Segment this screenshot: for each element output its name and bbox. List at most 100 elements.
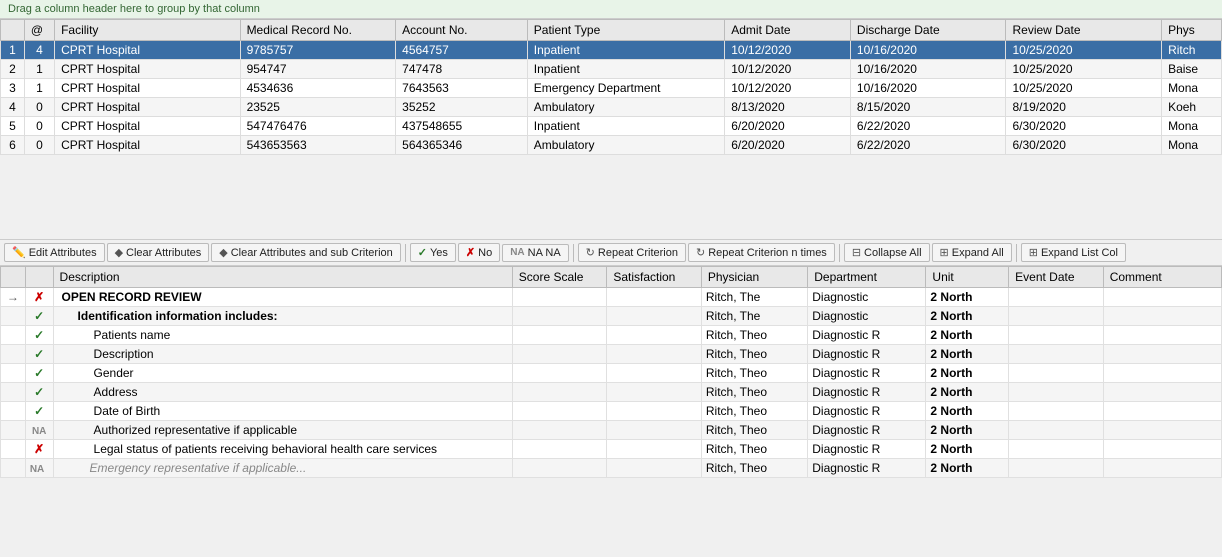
department-cell: Diagnostic R [808, 402, 926, 421]
upper-grid-row[interactable]: 4 0 CPRT Hospital 23525 35252 Ambulatory… [1, 98, 1222, 117]
na-button[interactable]: NA NA NA [502, 244, 568, 262]
lower-grid-row[interactable]: NA Authorized representative if applicab… [1, 421, 1222, 440]
lower-grid-row[interactable]: → ✗ OPEN RECORD REVIEW Ritch, The Diagno… [1, 288, 1222, 307]
upper-grid-row[interactable]: 2 1 CPRT Hospital 954747 747478 Inpatien… [1, 60, 1222, 79]
department-cell: Diagnostic [808, 307, 926, 326]
expand-icon: ⊞ [940, 246, 949, 259]
upper-grid-row[interactable]: 1 4 CPRT Hospital 9785757 4564757 Inpati… [1, 41, 1222, 60]
at-value: 4 [24, 41, 54, 60]
unit-cell: 2 North [926, 307, 1009, 326]
review-cell: 6/30/2020 [1006, 117, 1162, 136]
no-button[interactable]: ✗ No [458, 243, 500, 262]
col-type: Patient Type [527, 20, 724, 41]
edit-attr-icon: ✏️ [12, 246, 26, 259]
unit-cell: 2 North [926, 402, 1009, 421]
event-date-cell [1009, 402, 1104, 421]
check-icon: ✓ [34, 328, 44, 342]
expand-list-col-button[interactable]: ⊞ Expand List Col [1021, 243, 1126, 262]
unit-cell: 2 North [926, 364, 1009, 383]
department-cell: Diagnostic R [808, 421, 926, 440]
lower-grid-row[interactable]: ✓ Patients name Ritch, Theo Diagnostic R… [1, 326, 1222, 345]
score-cell [512, 288, 607, 307]
unit-cell: 2 North [926, 459, 1009, 478]
yes-icon: ✓ [418, 246, 427, 259]
physician-cell: Ritch, The [701, 288, 807, 307]
lower-grid-row[interactable]: ✓ Date of Birth Ritch, Theo Diagnostic R… [1, 402, 1222, 421]
facility-cell: CPRT Hospital [55, 136, 241, 155]
upper-grid-row[interactable]: 3 1 CPRT Hospital 4534636 7643563 Emerge… [1, 79, 1222, 98]
row-number: 1 [1, 41, 25, 60]
collapse-icon: ⊟ [852, 246, 861, 259]
discharge-cell: 6/22/2020 [850, 136, 1006, 155]
col-phys: Phys [1162, 20, 1222, 41]
sep4 [1016, 244, 1017, 262]
lower-grid-row[interactable]: NA Emergency representative if applicabl… [1, 459, 1222, 478]
toolbar: ✏️ Edit Attributes ◆ Clear Attributes ◆ … [0, 239, 1222, 266]
clear-attributes-sub-button[interactable]: ◆ Clear Attributes and sub Criterion [211, 243, 401, 262]
upper-grid-row[interactable]: 6 0 CPRT Hospital 543653563 564365346 Am… [1, 136, 1222, 155]
unit-cell: 2 North [926, 383, 1009, 402]
repeat-icon: ↻ [586, 246, 595, 259]
review-cell: 10/25/2020 [1006, 79, 1162, 98]
type-cell: Ambulatory [527, 98, 724, 117]
score-cell [512, 383, 607, 402]
upper-grid: @ Facility Medical Record No. Account No… [0, 19, 1222, 155]
satisfaction-cell [607, 288, 702, 307]
expand-all-button[interactable]: ⊞ Expand All [932, 243, 1012, 262]
lower-grid-row[interactable]: ✗ Legal status of patients receiving beh… [1, 440, 1222, 459]
row-number: 6 [1, 136, 25, 155]
phys-cell: Koeh [1162, 98, 1222, 117]
expand-list-icon: ⊞ [1029, 246, 1038, 259]
na-icon: NA [30, 464, 44, 475]
clear-attributes-button[interactable]: ◆ Clear Attributes [107, 243, 210, 262]
repeat-criterion-button[interactable]: ↻ Repeat Criterion [578, 243, 686, 262]
clear-attr-icon: ◆ [115, 246, 123, 259]
lower-grid-row[interactable]: ✓ Description Ritch, Theo Diagnostic R 2… [1, 345, 1222, 364]
row-arrow-cell [1, 459, 26, 478]
score-cell [512, 459, 607, 478]
satisfaction-cell [607, 402, 702, 421]
facility-cell: CPRT Hospital [55, 79, 241, 98]
col-unit: Unit [926, 267, 1009, 288]
col-rownum [1, 20, 25, 41]
row-icon-cell: ✓ [25, 345, 53, 364]
satisfaction-cell [607, 440, 702, 459]
edit-attributes-button[interactable]: ✏️ Edit Attributes [4, 243, 105, 262]
repeat-criterion-n-button[interactable]: ↻ Repeat Criterion n times [688, 243, 835, 262]
check-icon: ✓ [34, 385, 44, 399]
comment-cell [1103, 440, 1221, 459]
yes-button[interactable]: ✓ Yes [410, 243, 456, 262]
col-facility: Facility [55, 20, 241, 41]
type-cell: Inpatient [527, 117, 724, 136]
department-cell: Diagnostic R [808, 459, 926, 478]
event-date-cell [1009, 383, 1104, 402]
type-cell: Ambulatory [527, 136, 724, 155]
col-icon [25, 267, 53, 288]
top-hint: Drag a column header here to group by th… [0, 0, 1222, 19]
physician-cell: Ritch, Theo [701, 402, 807, 421]
lower-grid-row[interactable]: ✓ Gender Ritch, Theo Diagnostic R 2 Nort… [1, 364, 1222, 383]
score-cell [512, 440, 607, 459]
review-cell: 6/30/2020 [1006, 136, 1162, 155]
row-arrow-cell [1, 345, 26, 364]
col-score: Score Scale [512, 267, 607, 288]
unit-cell: 2 North [926, 288, 1009, 307]
upper-grid-row[interactable]: 5 0 CPRT Hospital 547476476 437548655 In… [1, 117, 1222, 136]
comment-cell [1103, 326, 1221, 345]
cross-icon: ✗ [34, 442, 44, 456]
event-date-cell [1009, 364, 1104, 383]
type-cell: Inpatient [527, 60, 724, 79]
comment-cell [1103, 307, 1221, 326]
admit-cell: 10/12/2020 [725, 60, 851, 79]
collapse-all-button[interactable]: ⊟ Collapse All [844, 243, 930, 262]
satisfaction-cell [607, 421, 702, 440]
mrn-cell: 4534636 [240, 79, 396, 98]
lower-grid-row[interactable]: ✓ Identification information includes: R… [1, 307, 1222, 326]
col-mrn: Medical Record No. [240, 20, 396, 41]
score-cell [512, 307, 607, 326]
admit-cell: 10/12/2020 [725, 41, 851, 60]
acct-cell: 35252 [396, 98, 528, 117]
upper-grid-header: @ Facility Medical Record No. Account No… [1, 20, 1222, 41]
comment-cell [1103, 288, 1221, 307]
lower-grid-row[interactable]: ✓ Address Ritch, Theo Diagnostic R 2 Nor… [1, 383, 1222, 402]
